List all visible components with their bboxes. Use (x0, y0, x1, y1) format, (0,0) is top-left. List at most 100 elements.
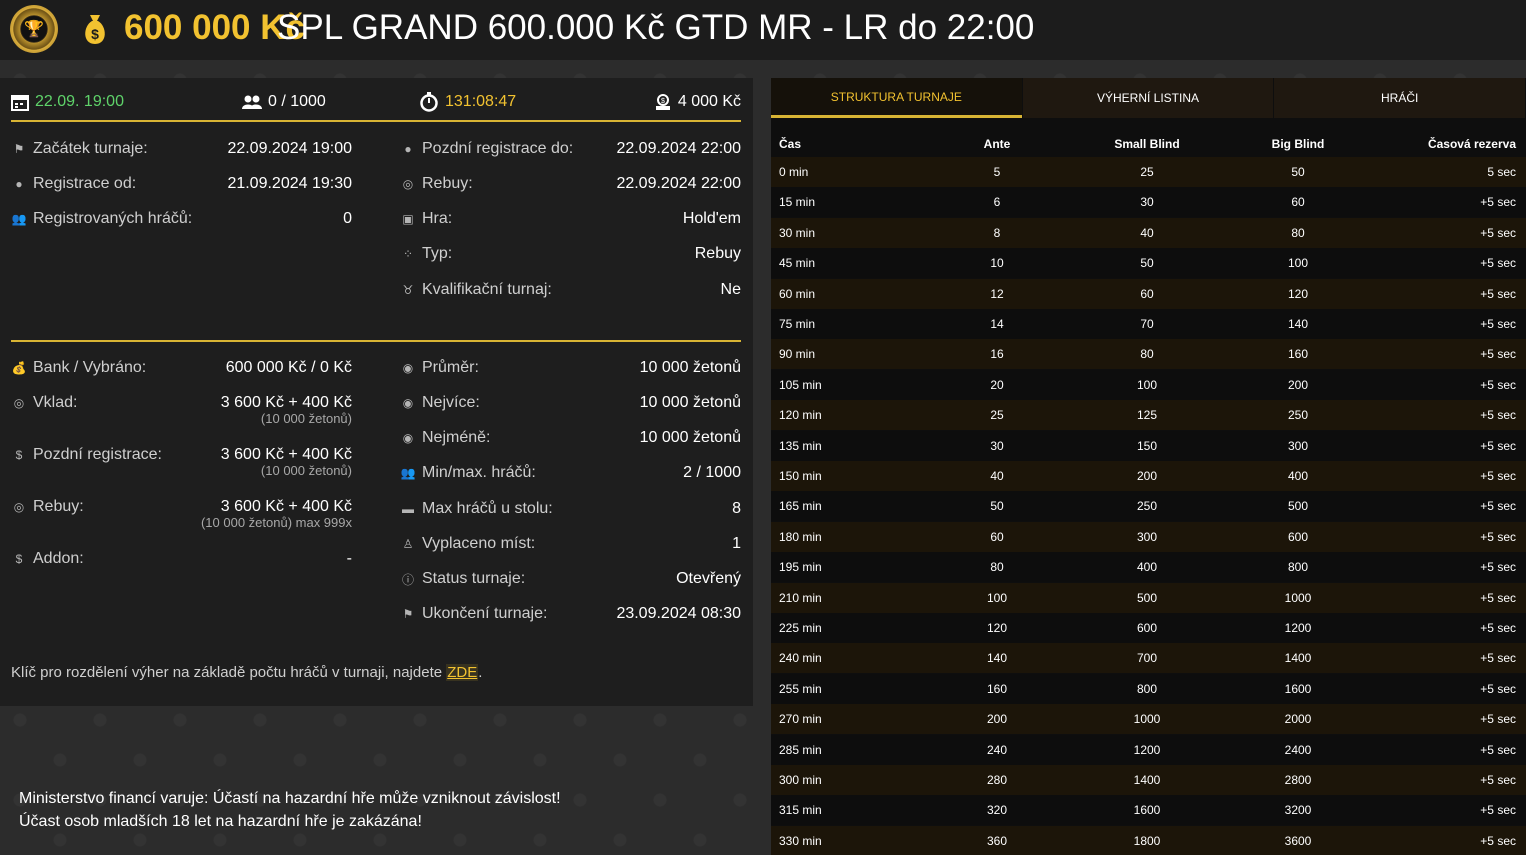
buyin-value: 4 000 Kč (677, 93, 741, 110)
info-row: ⓘ Status turnaje: Otevřený (400, 567, 741, 591)
big-blind-cell: 120 (1287, 286, 1309, 301)
table-row: 90 min 16 80 160 +5 sec (771, 339, 1526, 370)
big-blind-cell: 140 (1287, 317, 1309, 331)
col-time[interactable]: Čas (779, 132, 801, 156)
tab-structure[interactable]: STRUKTURA TURNAJE (771, 78, 1022, 118)
big-blind-cell: 500 (1287, 499, 1309, 514)
info-row: ◎ Rebuy: 3 600 Kč + 400 Kč (10 000 žetonů) … (11, 495, 352, 530)
info-label: Rebuy: (33, 498, 84, 515)
time-cell: 105 min (779, 377, 822, 392)
big-blind-cell: 600 (1287, 529, 1309, 544)
time-bank-cell: +5 sec (1480, 469, 1516, 483)
big-blind-cell: 2000 (1284, 712, 1312, 727)
time-cell: 90 min (779, 347, 816, 362)
table-row: 225 min 120 600 1200 +5 sec (771, 613, 1526, 643)
info-label: Vklad: (33, 394, 78, 411)
big-blind-cell: 1200 (1284, 621, 1312, 635)
small-blind-cell: 125 (1136, 408, 1158, 423)
ante-cell: 50 (990, 499, 1004, 514)
info-value: 600 000 Kč / 0 Kč (225, 359, 352, 376)
stat-date: 22.09. 19:00 (11, 90, 124, 114)
flag-icon: ⚑ (402, 607, 414, 621)
user-icon: ● (15, 177, 23, 191)
table-row: 255 min 160 800 1600 +5 sec (771, 673, 1526, 704)
stat-timer: 131:08:47 (419, 90, 516, 114)
info-label: Ukončení turnaje: (422, 605, 548, 622)
trophy-logo-icon[interactable]: 🏆 (10, 5, 58, 53)
col-ante[interactable]: Ante (967, 132, 1027, 156)
info-value: 1 (732, 535, 741, 552)
tab-payouts[interactable]: VÝHERNÍ LISTINA (1022, 78, 1274, 118)
big-blind-cell: 800 (1287, 560, 1309, 575)
timer-value: 131:08:47 (445, 93, 517, 110)
col-time-bank[interactable]: Časová rezerva (1428, 132, 1516, 156)
time-cell: 165 min (779, 499, 822, 514)
warning-line-2: Účast osob mladších 18 let na hazardní h… (19, 813, 422, 830)
time-cell: 270 min (779, 712, 822, 727)
big-blind-cell: 160 (1287, 347, 1309, 362)
table-row: 240 min 140 700 1400 +5 sec (771, 643, 1526, 674)
table-row: 75 min 14 70 140 +5 sec (771, 309, 1526, 339)
players-value: 0 / 1000 (268, 93, 326, 110)
table-row: 270 min 200 1000 2000 +5 sec (771, 704, 1526, 735)
structure-panel: STRUKTURA TURNAJE VÝHERNÍ LISTINA HRÁČI … (771, 78, 1526, 855)
info-value: 22.09.2024 22:00 (616, 140, 741, 157)
info-value: 10 000 žetonů (639, 429, 741, 446)
small-blind-cell: 700 (1136, 651, 1158, 666)
info-subvalue: (10 000 žetonů) (260, 463, 352, 478)
ante-cell: 12 (990, 286, 1004, 301)
time-cell: 195 min (779, 560, 822, 575)
chip-icon: ◉ (402, 396, 414, 410)
col-big-blind[interactable]: Big Blind (1258, 132, 1338, 156)
coins-icon: ◎ (402, 177, 414, 191)
info-label: Hra: (422, 210, 453, 227)
info-label: Pozdní registrace: (33, 446, 162, 463)
prize-key-note: Klíč pro rozdělení výher na základě počt… (11, 664, 482, 681)
coins-icon: ◎ (13, 500, 25, 514)
ante-cell: 200 (986, 712, 1008, 727)
coins-icon: ◎ (13, 396, 25, 410)
user-icon: ● (404, 142, 412, 156)
time-bank-cell: +5 sec (1480, 742, 1516, 757)
time-bank-cell: +5 sec (1480, 286, 1516, 301)
info-row: ♉ Kvalifikační turnaj: Ne (400, 278, 741, 302)
big-blind-cell: 1000 (1284, 590, 1312, 605)
info-label: Status turnaje: (422, 570, 526, 587)
time-bank-cell: 5 sec (1487, 165, 1516, 179)
time-bank-cell: +5 sec (1480, 773, 1516, 787)
cashier-icon: $ (655, 94, 670, 110)
table-row: 195 min 80 400 800 +5 sec (771, 552, 1526, 583)
info-subvalue: (10 000 žetonů) (260, 411, 352, 426)
table-row: 210 min 100 500 1000 +5 sec (771, 582, 1526, 613)
info-value: Ne (720, 281, 741, 298)
panel-tabs: STRUKTURA TURNAJE VÝHERNÍ LISTINA HRÁČI (771, 78, 1526, 118)
ante-cell: 30 (990, 438, 1004, 453)
section-divider (11, 340, 741, 342)
time-bank-cell: +5 sec (1480, 317, 1516, 331)
ante-cell: 60 (990, 529, 1004, 544)
ante-cell: 120 (986, 621, 1008, 635)
big-blind-cell: 1400 (1284, 651, 1312, 666)
small-blind-cell: 30 (1140, 195, 1154, 210)
ante-cell: 25 (990, 408, 1004, 423)
ante-cell: 240 (986, 742, 1008, 757)
table-row: 150 min 40 200 400 +5 sec (771, 461, 1526, 491)
col-small-blind[interactable]: Small Blind (1107, 132, 1187, 156)
info-value: 23.09.2024 08:30 (616, 605, 741, 622)
note-text: Klíč pro rozdělení výher na základě počt… (11, 664, 447, 681)
small-blind-cell: 500 (1136, 590, 1158, 605)
users-icon (242, 95, 262, 109)
time-bank-cell: +5 sec (1480, 590, 1516, 605)
gambling-warning: Ministerstvo financí varuje: Účastí na h… (19, 787, 561, 833)
prize-key-link[interactable]: ZDE (446, 664, 479, 681)
time-bank-cell: +5 sec (1480, 651, 1516, 666)
table-row: 60 min 12 60 120 +5 sec (771, 278, 1526, 309)
info-value: 10 000 žetonů (639, 359, 741, 376)
info-row: 👥 Min/max. hráčů: 2 / 1000 (400, 461, 741, 485)
info-value: 21.09.2024 19:30 (227, 175, 352, 192)
info-row: ⚑ Začátek turnaje: 22.09.2024 19:00 (11, 137, 352, 161)
dollar-icon: $ (15, 448, 23, 462)
tab-players[interactable]: HRÁČI (1274, 78, 1526, 118)
time-cell: 225 min (779, 621, 822, 635)
tournament-info-panel: 22.09. 19:00 0 / 1000 131:08:47 $ 4 000 … (0, 78, 753, 706)
